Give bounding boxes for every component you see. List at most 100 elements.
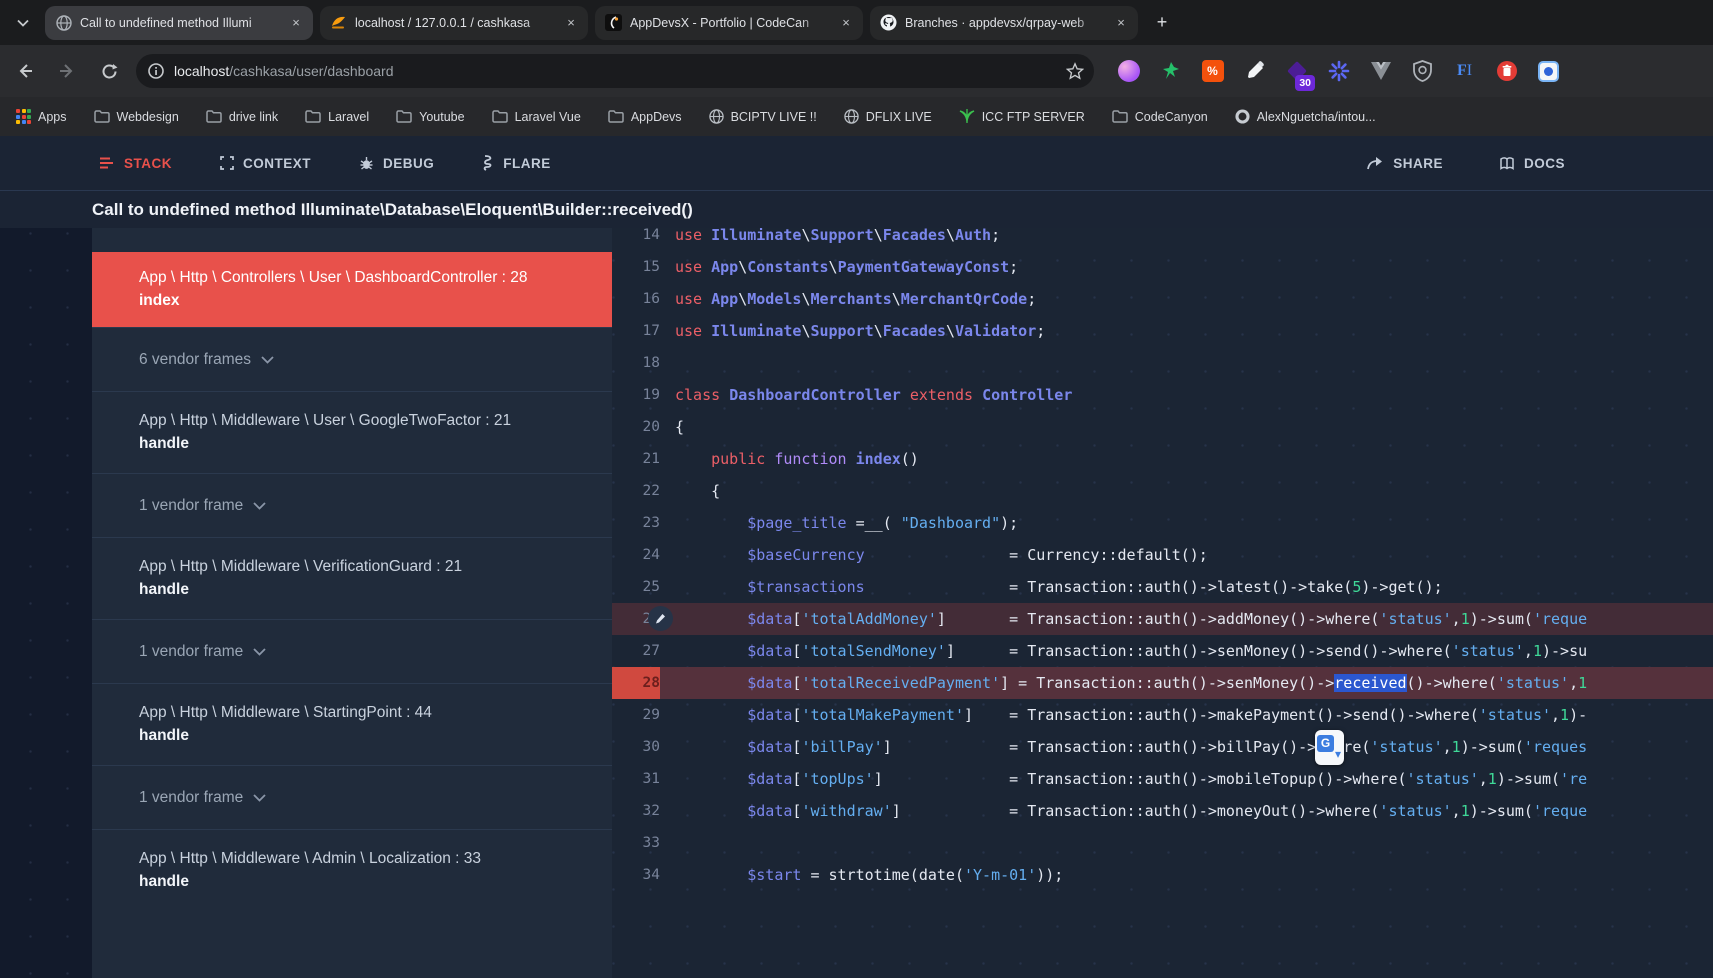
share-button[interactable]: SHARE (1367, 156, 1443, 171)
code-line-error: 28 $data['totalReceivedPayment'] = Trans… (612, 667, 1713, 699)
purple-extension-icon[interactable] (1116, 59, 1141, 84)
stack-frame[interactable]: App \ Http \ Controllers \ User \ Dashbo… (92, 252, 612, 327)
bookmark-label: CodeCanyon (1135, 110, 1208, 124)
code-text: $data['totalAddMoney'] = Transaction::au… (660, 610, 1587, 628)
code-text: use App\Constants\PaymentGatewayConst; (660, 258, 1018, 276)
code-panel: 14use Illuminate\Support\Facades\Auth;15… (612, 228, 1713, 978)
tab-debug[interactable]: DEBUG (359, 156, 434, 171)
vendor-frames-toggle[interactable]: 1 vendor frame (92, 473, 612, 537)
bookmark-item[interactable]: BCIPTV LIVE !! (709, 109, 817, 124)
code-line: 15use App\Constants\PaymentGatewayConst; (612, 251, 1713, 283)
stack-frame[interactable]: App \ Http \ Middleware \ Admin \ Locali… (92, 829, 612, 911)
bookmark-item[interactable]: DFLIX LIVE (844, 109, 932, 124)
bookmark-item[interactable]: drive link (206, 110, 278, 124)
media-extension-icon[interactable] (1536, 59, 1561, 84)
share-icon (1367, 156, 1384, 170)
shield-extension-icon[interactable] (1410, 59, 1435, 84)
new-tab-button[interactable]: + (1148, 9, 1176, 37)
stack-frame-method: index (139, 289, 592, 312)
bookmark-item[interactable]: CodeCanyon (1112, 110, 1208, 124)
browser-tab[interactable]: Branches · appdevsx/qrpay-web× (870, 6, 1138, 40)
bookmark-label: AlexNguetcha/intou... (1257, 110, 1376, 124)
line-number: 14 (612, 228, 660, 251)
code-line: 14use Illuminate\Support\Facades\Auth; (612, 228, 1713, 251)
stack-frame-method: handle (139, 432, 592, 455)
vendor-frames-toggle[interactable]: 1 vendor frame (92, 765, 612, 829)
docs-button[interactable]: DOCS (1499, 156, 1565, 171)
url-text: localhost/cashkasa/user/dashboard (174, 63, 1066, 79)
code-text: { (660, 482, 720, 500)
stack-frame-method: handle (139, 578, 592, 601)
phpmyadmin-favicon (330, 14, 347, 31)
stack-frame[interactable]: App \ Http \ Middleware \ User \ GoogleT… (92, 391, 612, 473)
site-info-icon[interactable] (148, 63, 164, 79)
vendor-frames-label: 1 vendor frame (139, 494, 243, 517)
bookmark-label: Apps (38, 110, 67, 124)
red-trash-extension-icon[interactable] (1494, 59, 1519, 84)
address-bar[interactable]: localhost/cashkasa/user/dashboard (136, 54, 1094, 88)
edit-pencil-icon[interactable] (648, 606, 673, 631)
reload-icon[interactable] (92, 54, 126, 88)
green-mantis-extension-icon[interactable] (1158, 59, 1183, 84)
bookmarks-bar: Apps Webdesign drive link Laravel Youtube Lar… (0, 97, 1713, 136)
bookmark-item[interactable]: AppDevs (608, 110, 682, 124)
bookmark-item[interactable]: Apps (16, 109, 67, 124)
vue-devtools-extension-icon[interactable] (1368, 59, 1393, 84)
context-icon (220, 156, 234, 170)
browser-tab[interactable]: AppDevsX - Portfolio | CodeCan× (595, 6, 863, 40)
bookmark-label: Laravel Vue (515, 110, 581, 124)
code-line: 20{ (612, 411, 1713, 443)
eyedropper-extension-icon[interactable] (1242, 59, 1267, 84)
vendor-frames-label: 1 vendor frame (139, 640, 243, 663)
code-text: $data['topUps'] = Transaction::auth()->m… (660, 770, 1587, 788)
line-number: 22 (612, 475, 660, 507)
forward-icon[interactable] (50, 54, 84, 88)
stack-frame[interactable]: App \ Http \ Middleware \ StartingPoint … (92, 683, 612, 765)
tab-stack[interactable]: STACK (100, 156, 172, 171)
fonts-extension-icon[interactable]: FI (1452, 59, 1477, 84)
code-text: use Illuminate\Support\Facades\Validator… (660, 322, 1045, 340)
bookmark-item[interactable]: AlexNguetcha/intou... (1235, 109, 1376, 124)
vendor-frames-label: 1 vendor frame (139, 786, 243, 809)
bookmark-item[interactable]: Laravel (305, 110, 369, 124)
line-number: 25 (612, 571, 660, 603)
code-line: 34 $start = strtotime(date('Y-m-01')); (612, 859, 1713, 891)
line-number: 17 (612, 315, 660, 347)
browser-tab[interactable]: Call to undefined method Illumi× (45, 6, 313, 40)
folder-icon (206, 110, 222, 123)
vendor-frames-toggle[interactable]: 6 vendor frames (92, 327, 612, 391)
code-text: { (660, 418, 684, 436)
vendor-frames-toggle[interactable]: 1 vendor frame (92, 619, 612, 683)
code-line: 32 $data['withdraw'] = Transaction::auth… (612, 795, 1713, 827)
bookmark-item[interactable]: Webdesign (94, 110, 179, 124)
bookmark-item[interactable]: Laravel Vue (492, 110, 581, 124)
back-icon[interactable] (8, 54, 42, 88)
tab-search-chevron-icon[interactable] (8, 8, 38, 38)
browser-tab[interactable]: localhost / 127.0.0.1 / cashkasa× (320, 6, 588, 40)
bookmark-star-icon[interactable] (1066, 62, 1084, 80)
purple-diamond-extension-icon[interactable]: 30 (1284, 59, 1309, 84)
line-number: 16 (612, 283, 660, 315)
google-translate-icon[interactable]: G ▾ (1315, 730, 1344, 765)
tab-context[interactable]: CONTEXT (220, 156, 311, 171)
stack-frame[interactable]: App \ Http \ Middleware \ VerificationGu… (92, 537, 612, 619)
browser-toolbar: localhost/cashkasa/user/dashboard % 30 FI (0, 45, 1713, 97)
folder-icon (94, 110, 110, 123)
code-line: 18 (612, 347, 1713, 379)
code-line: 23 $page_title =__( "Dashboard"); (612, 507, 1713, 539)
bookmark-item[interactable]: ICC FTP SERVER (959, 109, 1085, 124)
chevron-down-icon (253, 502, 266, 510)
code-text: $data['billPay'] = Transaction::auth()->… (660, 738, 1587, 756)
folder-icon (492, 110, 508, 123)
globe-icon (709, 109, 724, 124)
spinner-extension-icon[interactable] (1326, 59, 1351, 84)
tab-close-icon[interactable]: × (1112, 14, 1130, 32)
stack-frame-path: App \ Http \ Middleware \ User \ GoogleT… (139, 410, 592, 432)
code-percent-extension-icon[interactable]: % (1200, 59, 1225, 84)
bookmark-item[interactable]: Youtube (396, 110, 464, 124)
tab-flare[interactable]: FLARE (482, 155, 551, 171)
tab-close-icon[interactable]: × (562, 14, 580, 32)
tab-close-icon[interactable]: × (837, 14, 855, 32)
tab-close-icon[interactable]: × (287, 14, 305, 32)
code-line: 25 $transactions = Transaction::auth()->… (612, 571, 1713, 603)
